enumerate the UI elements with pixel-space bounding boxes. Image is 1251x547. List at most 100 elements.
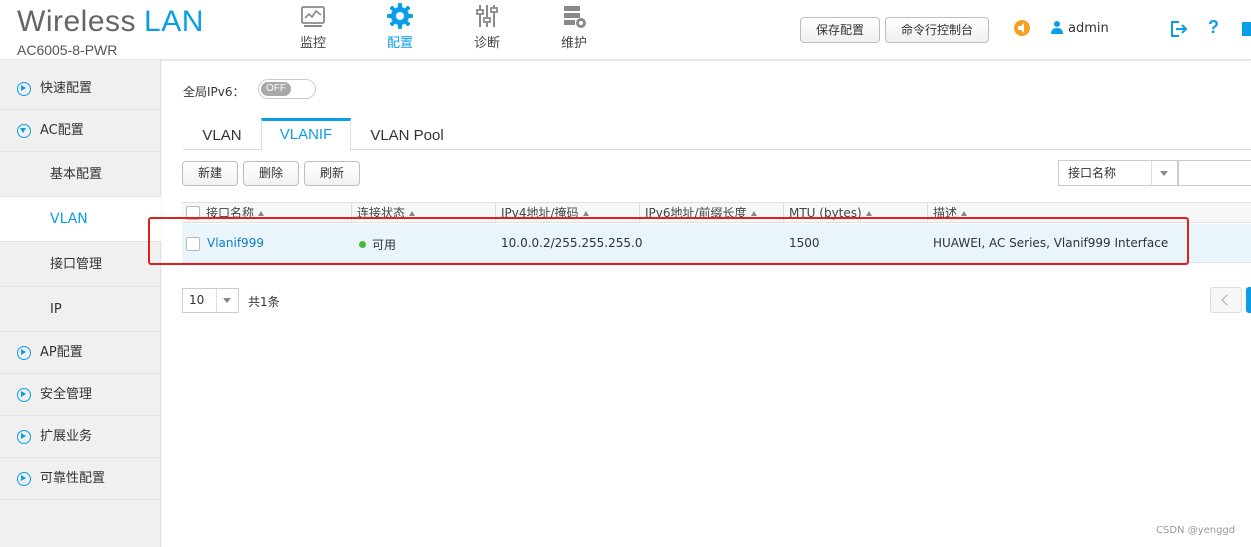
monitor-icon bbox=[301, 6, 325, 27]
table-header: 接口名称 连接状态 IPv4地址/掩码 IPv6地址/前缀长度 MTU (byt… bbox=[182, 202, 1251, 223]
column-header-desc[interactable]: 描述 bbox=[933, 205, 968, 222]
nav-monitor-label: 监控 bbox=[299, 36, 326, 51]
expand-icon bbox=[17, 82, 31, 96]
current-page-button[interactable] bbox=[1246, 287, 1251, 313]
more-icon[interactable] bbox=[1242, 22, 1251, 36]
filter-field-value: 接口名称 bbox=[1068, 166, 1117, 180]
page-size-select[interactable]: 10 bbox=[182, 288, 239, 313]
username: admin bbox=[1068, 21, 1109, 36]
save-config-button[interactable]: 保存配置 bbox=[800, 17, 880, 43]
main-content: 全局IPv6： OFF VLAN VLANIF VLAN Pool 新建 删除 … bbox=[162, 61, 1251, 547]
notification-icon[interactable] bbox=[1014, 20, 1030, 36]
nav-monitor[interactable]: 监控 bbox=[283, 2, 343, 51]
page-size-value: 10 bbox=[189, 293, 205, 307]
filter-field-select[interactable]: 接口名称 bbox=[1058, 160, 1178, 186]
sidebar: 快速配置 AC配置 基本配置 VLAN 接口管理 IP AP配置 安全管理 扩展… bbox=[0, 60, 161, 547]
sidebar-item-extended[interactable]: 扩展业务 bbox=[0, 416, 161, 458]
sidebar-item-vlan[interactable]: VLAN bbox=[0, 197, 161, 242]
user-icon bbox=[1051, 21, 1063, 34]
sort-icon bbox=[750, 211, 757, 216]
mtu-value: 1500 bbox=[789, 236, 820, 250]
device-model: AC6005-8-PWR bbox=[17, 42, 118, 58]
logout-icon bbox=[1171, 21, 1188, 37]
expand-icon bbox=[17, 430, 31, 444]
select-all-checkbox[interactable] bbox=[186, 206, 200, 220]
user-menu[interactable]: admin bbox=[1050, 20, 1109, 36]
nav-diagnose[interactable]: 诊断 bbox=[457, 2, 517, 51]
sidebar-item-label: 快速配置 bbox=[40, 81, 93, 96]
app-title-main: Wireless bbox=[17, 5, 137, 38]
connection-status: 可用 bbox=[359, 236, 396, 253]
column-divider bbox=[495, 203, 496, 222]
sidebar-item-interface-mgmt[interactable]: 接口管理 bbox=[0, 242, 161, 287]
nav-maintain[interactable]: 维护 bbox=[544, 2, 604, 51]
sidebar-item-label: AC配置 bbox=[40, 123, 84, 138]
prev-page-button[interactable] bbox=[1210, 287, 1242, 313]
expand-icon bbox=[17, 472, 31, 486]
sort-icon bbox=[582, 211, 589, 216]
logout-button[interactable] bbox=[1170, 20, 1188, 42]
total-count: 共1条 bbox=[248, 295, 280, 309]
column-header-ipv6[interactable]: IPv6地址/前缀长度 bbox=[645, 205, 757, 222]
top-header: Wireless LAN AC6005-8-PWR 监控 配置 诊断 维护 保存… bbox=[0, 0, 1251, 60]
status-dot-icon bbox=[359, 241, 366, 248]
cli-console-button[interactable]: 命令行控制台 bbox=[885, 17, 989, 43]
sort-icon bbox=[409, 211, 416, 216]
sort-icon bbox=[865, 211, 872, 216]
sidebar-item-ip[interactable]: IP bbox=[0, 287, 161, 332]
sidebar-item-basic-config[interactable]: 基本配置 bbox=[0, 152, 161, 197]
sort-icon bbox=[961, 211, 968, 216]
sidebar-item-label: 可靠性配置 bbox=[40, 471, 106, 486]
app-title: Wireless LAN bbox=[17, 4, 204, 40]
sidebar-item-label: 安全管理 bbox=[40, 387, 93, 402]
sidebar-item-ac-config[interactable]: AC配置 bbox=[0, 110, 161, 152]
sidebar-item-label: 扩展业务 bbox=[40, 429, 93, 444]
interface-name-link[interactable]: Vlanif999 bbox=[207, 236, 264, 250]
nav-config-label: 配置 bbox=[386, 36, 413, 51]
chevron-down-icon bbox=[216, 289, 238, 312]
column-header-status[interactable]: 连接状态 bbox=[357, 205, 416, 222]
tab-vlanif[interactable]: VLANIF bbox=[261, 118, 351, 151]
brand: Wireless LAN AC6005-8-PWR bbox=[17, 4, 204, 58]
column-header-mtu[interactable]: MTU (bytes) bbox=[789, 205, 872, 222]
collapse-icon bbox=[17, 124, 31, 138]
column-divider bbox=[351, 203, 352, 222]
nav-diagnose-label: 诊断 bbox=[473, 36, 500, 51]
new-button[interactable]: 新建 bbox=[182, 161, 238, 186]
ipv4-address: 10.0.0.2/255.255.255.0 bbox=[501, 236, 643, 250]
refresh-button[interactable]: 刷新 bbox=[304, 161, 360, 186]
tab-bar: VLAN VLANIF VLAN Pool bbox=[183, 118, 1251, 151]
watermark: CSDN @yenggd bbox=[1156, 525, 1236, 536]
speaker-icon bbox=[1018, 23, 1024, 33]
maintenance-icon bbox=[564, 6, 586, 28]
sidebar-item-ap-config[interactable]: AP配置 bbox=[0, 332, 161, 374]
filter-input[interactable] bbox=[1178, 160, 1251, 186]
app-title-accent: LAN bbox=[144, 5, 204, 38]
chevron-down-icon bbox=[1151, 161, 1177, 185]
sidebar-item-reliability[interactable]: 可靠性配置 bbox=[0, 458, 161, 500]
gear-icon bbox=[387, 3, 413, 29]
column-header-ipv4[interactable]: IPv4地址/掩码 bbox=[501, 205, 589, 222]
column-divider bbox=[783, 203, 784, 222]
toggle-state: OFF bbox=[261, 82, 291, 96]
delete-button[interactable]: 删除 bbox=[243, 161, 299, 186]
tab-vlan[interactable]: VLAN bbox=[183, 122, 261, 150]
column-divider bbox=[927, 203, 928, 222]
sort-icon bbox=[258, 211, 265, 216]
column-header-name[interactable]: 接口名称 bbox=[206, 205, 265, 222]
sidebar-item-quick-config[interactable]: 快速配置 bbox=[0, 68, 161, 110]
ipv6-label: 全局IPv6： bbox=[183, 85, 245, 99]
sliders-icon bbox=[476, 5, 498, 27]
help-icon[interactable]: ? bbox=[1208, 17, 1219, 38]
column-divider bbox=[639, 203, 640, 222]
tab-vlan-pool[interactable]: VLAN Pool bbox=[359, 122, 455, 150]
nav-config[interactable]: 配置 bbox=[370, 2, 430, 51]
description: HUAWEI, AC Series, Vlanif999 Interface bbox=[933, 236, 1169, 250]
sidebar-item-label: AP配置 bbox=[40, 345, 83, 360]
expand-icon bbox=[17, 346, 31, 360]
expand-icon bbox=[17, 388, 31, 402]
ipv6-toggle[interactable]: OFF bbox=[258, 79, 316, 99]
sidebar-item-security[interactable]: 安全管理 bbox=[0, 374, 161, 416]
row-checkbox[interactable] bbox=[186, 237, 200, 251]
table-row[interactable]: Vlanif999 可用 10.0.0.2/255.255.255.0 1500… bbox=[182, 224, 1251, 263]
